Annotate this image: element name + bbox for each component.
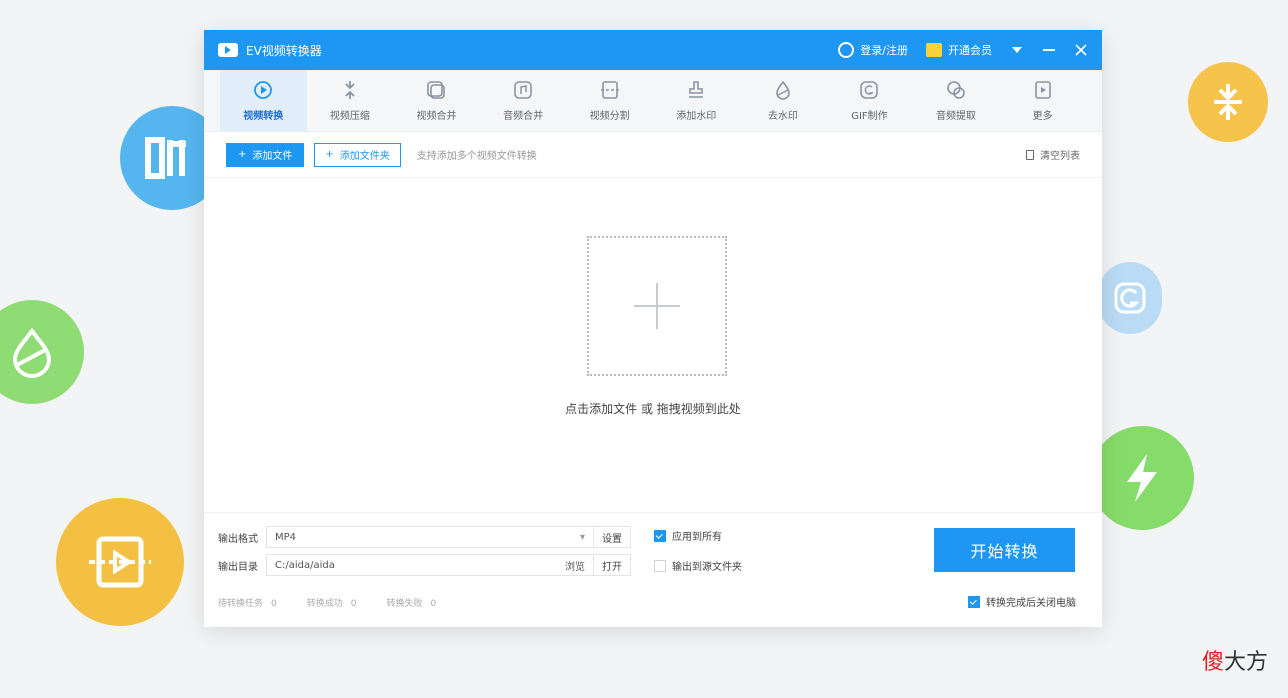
format-settings-button[interactable]: 设置 xyxy=(594,526,631,548)
plus-icon: + xyxy=(238,149,247,160)
tool-stamp[interactable]: 添加水印 xyxy=(653,70,740,131)
gif-icon xyxy=(858,79,880,101)
compress-deco-icon xyxy=(1188,62,1268,142)
clear-label: 清空列表 xyxy=(1040,151,1080,162)
tool-drop[interactable]: 去水印 xyxy=(740,70,827,131)
tool-label: 音频提取 xyxy=(936,111,977,122)
chevron-down-icon: ▾ xyxy=(579,531,585,543)
apply-all-checkbox[interactable] xyxy=(654,529,666,542)
tool-more[interactable]: 更多 xyxy=(999,70,1086,131)
format-label: 输出格式 xyxy=(218,533,258,545)
tool-convert[interactable]: 视频转换 xyxy=(220,70,307,131)
tool-label: 视频合并 xyxy=(416,111,457,122)
vip-link[interactable]: 开通会员 xyxy=(926,42,992,58)
gif-deco-icon xyxy=(1098,262,1162,334)
stat-label: 转换成功 xyxy=(306,599,343,609)
bolt-deco-icon xyxy=(1090,426,1194,530)
chat-icon xyxy=(945,79,967,101)
tool-label: 视频转换 xyxy=(243,111,284,122)
shutdown-checkbox[interactable] xyxy=(968,595,980,608)
shutdown-label: 转换完成后关闭电脑 xyxy=(986,598,1076,609)
task-stats: 待转换任务 0 转换成功 0 转换失败 0 xyxy=(218,596,436,609)
tool-compress[interactable]: 视频压缩 xyxy=(307,70,394,131)
stat-item: 转换成功 0 xyxy=(307,596,357,609)
stat-item: 待转换任务 0 xyxy=(218,596,277,609)
browse-button[interactable]: 浏览 xyxy=(565,558,585,573)
user-icon xyxy=(838,42,855,58)
open-dir-button[interactable]: 打开 xyxy=(594,554,631,576)
tool-gif[interactable]: GIF制作 xyxy=(826,70,913,131)
split-icon xyxy=(599,79,621,101)
tool-label: 音频合并 xyxy=(503,111,544,122)
app-title: EV视频转换器 xyxy=(246,43,322,58)
format-value: MP4 xyxy=(275,531,297,543)
tool-label: 添加水印 xyxy=(676,111,717,122)
vip-label: 开通会员 xyxy=(948,44,992,57)
menu-dropdown-icon[interactable] xyxy=(1010,43,1024,57)
stat-item: 转换失败 0 xyxy=(387,596,437,609)
compress-icon xyxy=(339,79,361,101)
tool-split[interactable]: 视频分割 xyxy=(566,70,653,131)
watermark-text: 大方 xyxy=(1223,650,1268,675)
dir-label: 输出目录 xyxy=(218,561,258,573)
stat-value: 0 xyxy=(271,599,277,609)
site-watermark: 傻大方 xyxy=(1202,644,1268,676)
clear-list-button[interactable]: 清空列表 xyxy=(1026,147,1080,162)
close-icon[interactable] xyxy=(1074,43,1088,57)
login-label: 登录/注册 xyxy=(860,44,908,57)
minimize-icon[interactable] xyxy=(1042,43,1056,57)
audio-merge-icon xyxy=(512,79,534,101)
stat-label: 转换失败 xyxy=(386,599,423,609)
output-source-checkbox[interactable] xyxy=(654,559,666,572)
shutdown-option[interactable]: 转换完成后关闭电脑 xyxy=(968,594,1076,609)
drop-zone[interactable] xyxy=(587,236,727,376)
add-file-button[interactable]: + 添加文件 xyxy=(226,142,305,167)
tool-label: 视频分割 xyxy=(589,111,630,122)
more-icon xyxy=(1032,79,1054,101)
tool-label: 去水印 xyxy=(767,111,798,122)
start-convert-button[interactable]: 开始转换 xyxy=(934,528,1075,572)
tool-chat[interactable]: 音频提取 xyxy=(913,70,1000,131)
drop-zone-text: 点击添加文件 或 拖拽视频到此处 xyxy=(565,402,741,416)
tool-audio-merge[interactable]: 音频合并 xyxy=(480,70,567,131)
apply-all-label: 应用到所有 xyxy=(672,532,722,543)
tool-label: 视频压缩 xyxy=(329,111,370,122)
tool-merge[interactable]: 视频合并 xyxy=(393,70,480,131)
drop-icon xyxy=(772,79,794,101)
stamp-icon xyxy=(685,79,707,101)
watermark-red-char: 傻 xyxy=(1201,650,1224,675)
tool-label: GIF制作 xyxy=(851,111,888,122)
add-folder-label: 添加文件夹 xyxy=(339,151,390,162)
tool-label: 更多 xyxy=(1032,111,1053,122)
app-window: EV视频转换器 登录/注册 开通会员 视频转换 视频压缩 视频合并 音频合并 视频分割添… xyxy=(204,30,1102,627)
output-dir-value: C:/aida/aida xyxy=(275,559,335,571)
feature-toolbar: 视频转换 视频压缩 视频合并 音频合并 视频分割 添加水印 去水印 GIF制作 音频提取 更多 xyxy=(204,70,1102,132)
output-dir-field[interactable]: C:/aida/aida 浏览 xyxy=(266,554,594,576)
format-select[interactable]: MP4 ▾ xyxy=(266,526,594,548)
stat-value: 0 xyxy=(430,599,437,609)
titlebar: EV视频转换器 登录/注册 开通会员 xyxy=(204,30,1102,70)
add-plus-icon xyxy=(634,283,680,329)
trash-icon xyxy=(1026,149,1034,160)
stat-label: 待转换任务 xyxy=(218,599,264,609)
plus-icon: + xyxy=(325,149,334,160)
add-folder-button[interactable]: + 添加文件夹 xyxy=(314,142,401,167)
crown-icon xyxy=(926,43,942,57)
output-source-label: 输出到源文件夹 xyxy=(672,562,742,573)
add-file-label: 添加文件 xyxy=(252,151,293,162)
bottom-panel xyxy=(204,512,1102,513)
add-hint: 支持添加多个视频文件转换 xyxy=(416,151,537,162)
drop-deco-icon xyxy=(0,300,84,404)
action-bar: + 添加文件 + 添加文件夹 支持添加多个视频文件转换 清空列表 xyxy=(204,132,1102,178)
cut-deco-icon xyxy=(56,498,184,626)
app-logo-icon xyxy=(218,43,238,57)
login-link[interactable]: 登录/注册 xyxy=(838,42,908,58)
convert-icon xyxy=(252,79,274,101)
stat-value: 0 xyxy=(350,599,357,609)
merge-icon xyxy=(425,79,447,101)
